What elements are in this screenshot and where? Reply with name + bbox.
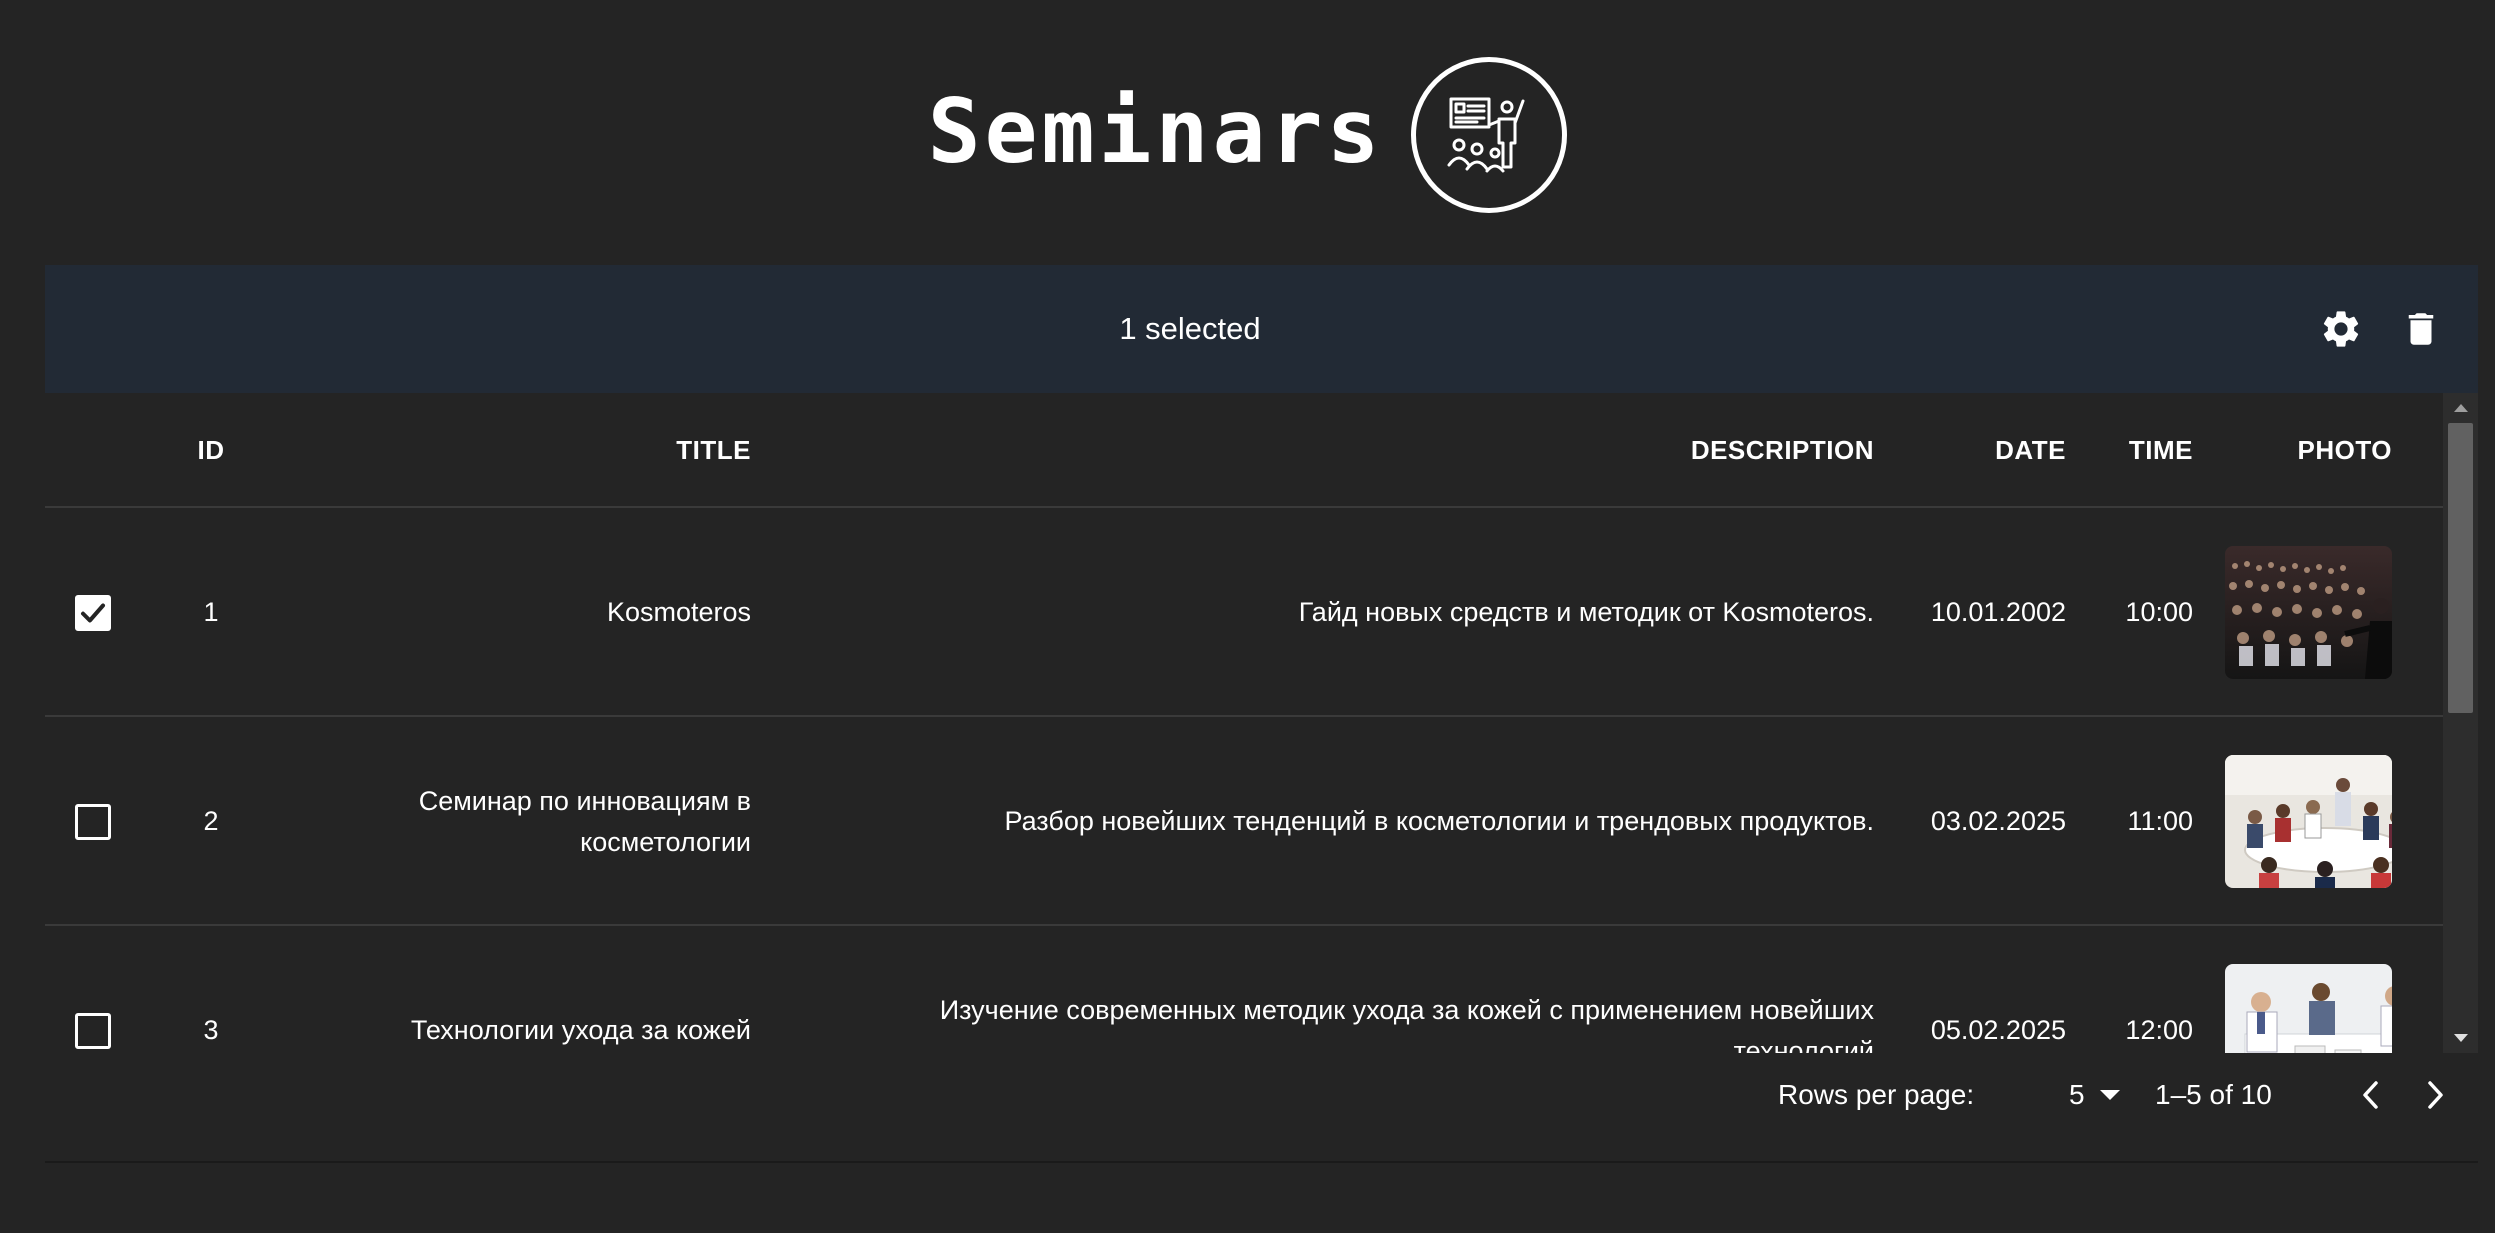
cell-id: 3 [203, 1015, 219, 1046]
rows-per-page-value: 5 [2069, 1079, 2085, 1110]
cell-title: Технологии ухода за кожей [410, 1015, 751, 1046]
page-header: Seminars [0, 50, 2495, 220]
checkmark-icon [81, 603, 105, 622]
row-checkbox[interactable] [75, 1012, 111, 1049]
cell-description: Разбор новейших тенденций в косметологии… [1004, 806, 1874, 837]
meeting-table-photo [2225, 755, 2392, 888]
cell-description: Изучение современных методик ухода за ко… [805, 926, 1874, 1053]
previous-page-button[interactable] [2351, 1053, 2391, 1137]
seminars-table-panel: 1 selected ID TITLE DESCRIPTION DATE TIM… [45, 265, 2478, 1163]
cell-description-line: Изучение современных методик ухода за ко… [939, 995, 1874, 1025]
table-row[interactable]: 3 Технологии ухода за кожей Изучение сов… [45, 926, 2443, 1053]
cell-title-line: Семинар по инновациям в [418, 786, 751, 816]
chevron-right-icon [2428, 1081, 2443, 1109]
next-page-button[interactable] [2415, 1053, 2455, 1137]
cell-date: 10.01.2002 [1930, 597, 2066, 628]
cell-time: 10:00 [2125, 597, 2193, 628]
column-header-photo[interactable]: PHOTO [2225, 393, 2392, 508]
column-header-id[interactable]: ID [181, 393, 241, 508]
column-header-title[interactable]: TITLE [295, 393, 751, 508]
table-row[interactable]: 1 Kosmoteros Гайд новых средств и методи… [45, 508, 2443, 717]
delete-button[interactable] [2391, 299, 2451, 359]
cell-title: Семинар по инновациям в косметологии [295, 717, 751, 926]
seminars-table: ID TITLE DESCRIPTION DATE TIME PHOTO 1 K… [45, 393, 2443, 1053]
table-scrollbar[interactable] [2443, 393, 2478, 1053]
column-header-description[interactable]: DESCRIPTION [805, 393, 1874, 508]
rows-per-page-select[interactable]: 5 [2069, 1053, 2121, 1137]
settings-button[interactable] [2311, 299, 2371, 359]
trash-icon [2408, 313, 2434, 345]
column-header-time[interactable]: TIME [2085, 393, 2193, 508]
scroll-thumb[interactable] [2448, 423, 2473, 713]
cell-id: 1 [203, 597, 219, 628]
cell-time: 12:00 [2125, 1015, 2193, 1046]
row-checkbox-checked[interactable] [75, 594, 111, 631]
table-row[interactable]: 2 Семинар по инновациям в косметологии Р… [45, 717, 2443, 926]
table-header-row: ID TITLE DESCRIPTION DATE TIME PHOTO [45, 393, 2443, 508]
conference-crowd-photo [2225, 546, 2392, 679]
caret-down-icon [2099, 1090, 2120, 1100]
page-range-label: 1–5 of 10 [2155, 1079, 2272, 1110]
cell-title-line: косметологии [580, 826, 751, 857]
cell-id: 2 [203, 806, 219, 837]
gear-icon [2323, 311, 2359, 347]
cell-title: Kosmoteros [606, 597, 751, 628]
cell-description: Гайд новых средств и методик от Kosmoter… [1298, 597, 1874, 628]
cell-date: 03.02.2025 [1930, 806, 2066, 837]
page-title: Seminars [927, 80, 1384, 183]
scroll-up-arrow[interactable] [2443, 395, 2478, 421]
cell-date: 05.02.2025 [1930, 1015, 2066, 1046]
column-header-date[interactable]: DATE [1905, 393, 2066, 508]
presenter-audience-icon [1411, 57, 1568, 213]
row-checkbox[interactable] [75, 803, 111, 840]
scroll-down-arrow[interactable] [2443, 1025, 2478, 1051]
business-discussion-photo [2225, 964, 2392, 1053]
table-pagination: Rows per page: 5 1–5 of 10 [45, 1053, 2478, 1137]
selected-count: 1 selected [1119, 311, 1261, 346]
cell-description-line: технологий [1733, 1035, 1874, 1054]
rows-per-page-label: Rows per page: [1778, 1079, 1975, 1110]
selection-toolbar: 1 selected [45, 265, 2478, 393]
chevron-left-icon [2363, 1081, 2378, 1109]
cell-time: 11:00 [2127, 806, 2193, 837]
